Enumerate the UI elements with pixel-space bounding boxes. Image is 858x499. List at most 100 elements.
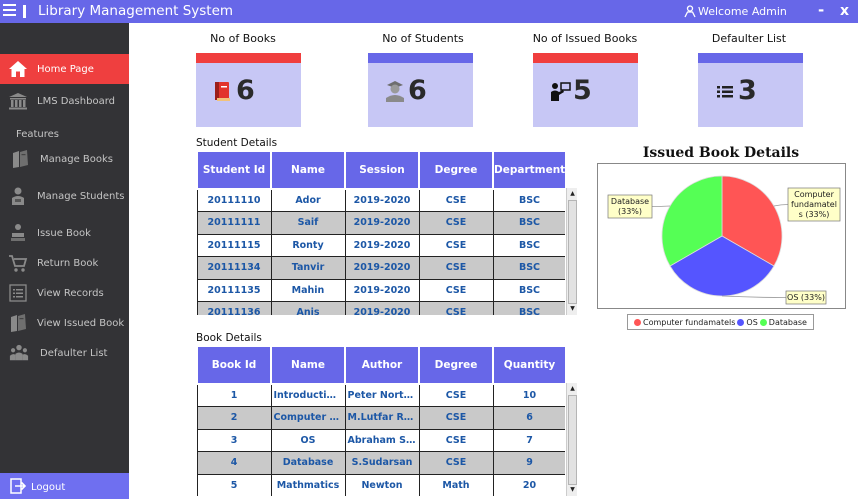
table-cell[interactable]: 4 (196, 451, 272, 475)
table-cell[interactable]: 20 (492, 473, 565, 496)
table-row[interactable]: 20111136 Anis 2019-2020 CSE BSC (196, 301, 565, 315)
table-cell[interactable]: 7 (492, 428, 565, 452)
table-row[interactable]: 20111135 Mahin 2019-2020 CSE BSC (196, 278, 565, 302)
table-cell[interactable]: Introduction ... (270, 383, 346, 407)
table-cell[interactable]: Peter Norton (344, 383, 420, 407)
sidebar-item-lms-dashboard[interactable]: LMS Dashboard (0, 86, 129, 116)
scroll-up-icon[interactable]: ▲ (568, 384, 577, 394)
table-row[interactable]: 2 Computer fu... M.Lutfar Ra... CSE 6 (196, 406, 565, 430)
table-cell[interactable]: 2019-2020 (344, 211, 420, 235)
table-cell[interactable]: 9 (492, 451, 565, 475)
card-books[interactable]: 6 (196, 53, 301, 127)
sidebar-item-return-book[interactable]: Return Book (0, 248, 129, 278)
table-cell[interactable]: M.Lutfar Ra... (344, 406, 420, 430)
table-cell[interactable]: CSE (418, 188, 494, 212)
student-column-header[interactable]: Department (492, 150, 565, 190)
table-row[interactable]: 4 Database S.Sudarsan CSE 9 (196, 451, 565, 475)
table-cell[interactable]: BSC (492, 256, 565, 280)
table-cell[interactable]: CSE (418, 278, 494, 302)
table-cell[interactable]: 20111134 (196, 256, 272, 280)
table-cell[interactable]: 2019-2020 (344, 278, 420, 302)
table-cell[interactable]: 1 (196, 383, 272, 407)
table-cell[interactable]: BSC (492, 301, 565, 315)
table-cell[interactable]: Computer fu... (270, 406, 346, 430)
table-cell[interactable]: 20111136 (196, 301, 272, 315)
sidebar-item-defaulter-list[interactable]: Defaulter List (0, 338, 129, 368)
student-column-header[interactable]: Name (270, 150, 346, 190)
sidebar-item-home-page[interactable]: Home Page (0, 54, 129, 84)
book-column-header[interactable]: Author (344, 345, 420, 385)
card-students[interactable]: 6 (368, 53, 473, 127)
table-cell[interactable]: 2 (196, 406, 272, 430)
table-cell[interactable]: Tanvir (270, 256, 346, 280)
table-cell[interactable]: Abraham Sil... (344, 428, 420, 452)
scroll-down-icon[interactable]: ▼ (568, 304, 577, 314)
table-cell[interactable]: 20111135 (196, 278, 272, 302)
table-cell[interactable]: 2019-2020 (344, 256, 420, 280)
table-row[interactable]: 20111111 Saif 2019-2020 CSE BSC (196, 211, 565, 235)
book-column-header[interactable]: Book Id (196, 345, 272, 385)
table-cell[interactable]: 20111110 (196, 188, 272, 212)
student-table-scrollbar[interactable]: ▲ ▼ (566, 188, 577, 315)
table-cell[interactable]: CSE (418, 256, 494, 280)
table-cell[interactable]: BSC (492, 233, 565, 257)
table-cell[interactable]: 3 (196, 428, 272, 452)
table-row[interactable]: 20111115 Ronty 2019-2020 CSE BSC (196, 233, 565, 257)
close-button[interactable]: x (840, 3, 849, 19)
book-column-header[interactable]: Degree (418, 345, 494, 385)
table-cell[interactable]: CSE (418, 233, 494, 257)
student-column-header[interactable]: Session (344, 150, 420, 190)
table-cell[interactable]: 20111115 (196, 233, 272, 257)
table-cell[interactable]: OS (270, 428, 346, 452)
table-cell[interactable]: 2019-2020 (344, 188, 420, 212)
sidebar-item-manage-books[interactable]: Manage Books (0, 144, 129, 174)
sidebar-item-view-issued-book[interactable]: View Issued Book (0, 308, 129, 338)
table-cell[interactable]: CSE (418, 301, 494, 315)
card-defaulter-list[interactable]: 3 (698, 53, 803, 127)
sidebar-item-view-records[interactable]: View Records (0, 278, 129, 308)
scroll-thumb[interactable] (568, 200, 577, 304)
table-cell[interactable]: Anis (270, 301, 346, 315)
table-cell[interactable]: Ador (270, 188, 346, 212)
table-cell[interactable]: Math (418, 473, 494, 496)
scroll-down-icon[interactable]: ▼ (568, 485, 577, 495)
table-cell[interactable]: Database (270, 451, 346, 475)
logout-button[interactable]: Logout (0, 473, 129, 499)
table-cell[interactable]: Newton (344, 473, 420, 496)
table-cell[interactable]: S.Sudarsan (344, 451, 420, 475)
book-column-header[interactable]: Quantity (492, 345, 565, 385)
card-issued-books[interactable]: 5 (533, 53, 638, 127)
table-cell[interactable]: 20111111 (196, 211, 272, 235)
table-cell[interactable]: CSE (418, 451, 494, 475)
book-table-scrollbar[interactable]: ▲ ▼ (566, 383, 577, 496)
table-cell[interactable]: BSC (492, 278, 565, 302)
hamburger-menu-icon[interactable] (3, 4, 16, 18)
table-cell[interactable]: CSE (418, 383, 494, 407)
student-column-header[interactable]: Student Id (196, 150, 272, 190)
table-row[interactable]: 5 Mathmatics Newton Math 20 (196, 473, 565, 496)
student-column-header[interactable]: Degree (418, 150, 494, 190)
table-cell[interactable]: 10 (492, 383, 565, 407)
table-cell[interactable]: Ronty (270, 233, 346, 257)
table-cell[interactable]: CSE (418, 406, 494, 430)
table-cell[interactable]: BSC (492, 188, 565, 212)
table-row[interactable]: 1Introduction ...Peter NortonCSE10 (196, 383, 565, 407)
table-row[interactable]: 3 OS Abraham Sil... CSE 7 (196, 428, 565, 452)
table-cell[interactable]: 2019-2020 (344, 301, 420, 315)
table-row[interactable]: 20111134 Tanvir 2019-2020 CSE BSC (196, 256, 565, 280)
scroll-thumb[interactable] (568, 395, 577, 485)
sidebar-item-issue-book[interactable]: Issue Book (0, 218, 129, 248)
scroll-up-icon[interactable]: ▲ (568, 189, 577, 199)
book-column-header[interactable]: Name (270, 345, 346, 385)
table-cell[interactable]: BSC (492, 211, 565, 235)
table-cell[interactable]: CSE (418, 211, 494, 235)
table-cell[interactable]: 2019-2020 (344, 233, 420, 257)
table-cell[interactable]: Mahin (270, 278, 346, 302)
table-cell[interactable]: Saif (270, 211, 346, 235)
table-cell[interactable]: 6 (492, 406, 565, 430)
table-cell[interactable]: 5 (196, 473, 272, 496)
sidebar-item-manage-students[interactable]: Manage Students (0, 181, 129, 211)
minimize-button[interactable]: - (818, 1, 824, 19)
table-cell[interactable]: CSE (418, 428, 494, 452)
table-row[interactable]: 20111110 Ador 2019-2020 CSE BSC (196, 188, 565, 212)
